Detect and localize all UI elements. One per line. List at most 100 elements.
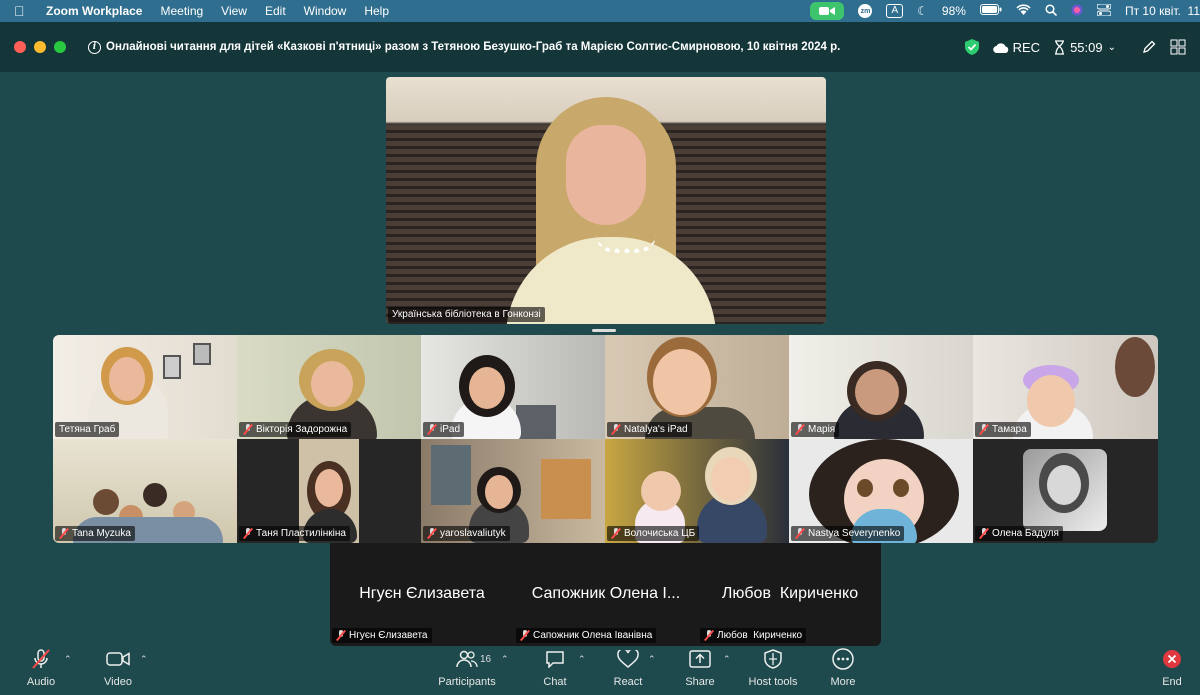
react-options-caret-icon[interactable]: ⌃	[648, 654, 656, 665]
more-label: More	[830, 676, 856, 688]
video-label: Video	[104, 676, 132, 688]
meeting-timer[interactable]: 55:09 ⌄	[1054, 40, 1116, 55]
participant-name: Любов Кириченко	[717, 630, 803, 641]
host-tools-label: Host tools	[748, 676, 798, 688]
participant-tile[interactable]: Nastya Severynenko	[789, 439, 973, 543]
participant-tile[interactable]: Tana Myzuka	[53, 439, 237, 543]
macos-menu-bar:  Zoom Workplace Meeting View Edit Windo…	[0, 0, 1200, 22]
spotlight-search-icon[interactable]	[1045, 3, 1058, 19]
more-button[interactable]: More	[826, 646, 860, 695]
participant-tile[interactable]: Нгуєн Єлизавета Нгуєн Єлизавета	[330, 543, 514, 646]
participant-tile[interactable]: Марія	[789, 335, 973, 439]
participant-tile[interactable]: Сапожник Олена І... Сапожник Олена Івані…	[514, 543, 698, 646]
participant-tile[interactable]: Волочиська ЦБ	[605, 439, 789, 543]
menu-help[interactable]: Help	[364, 4, 389, 18]
menu-edit[interactable]: Edit	[265, 4, 286, 18]
react-label: React	[613, 676, 643, 688]
speaker-name: Українська бібліотека в Гонконзі	[392, 309, 541, 320]
encryption-shield-icon[interactable]	[964, 39, 979, 55]
participants-icon	[456, 648, 478, 670]
menu-view[interactable]: View	[221, 4, 247, 18]
share-label: Share	[685, 676, 715, 688]
video-options-caret-icon[interactable]: ⌃	[140, 654, 148, 665]
cloud-recording-indicator[interactable]: REC	[992, 39, 1041, 55]
participant-tile[interactable]: yaroslavaliutyk	[421, 439, 605, 543]
info-icon[interactable]: i	[88, 40, 101, 54]
host-shield-icon	[764, 648, 782, 670]
host-tools-button[interactable]: Host tools	[746, 646, 800, 695]
video-button[interactable]: Video	[98, 646, 138, 695]
muted-mic-icon	[520, 630, 530, 641]
participant-name-tag: Олена Бадуля	[975, 526, 1063, 541]
participant-name-tag: Марія	[791, 422, 840, 437]
participants-label: Participants	[438, 676, 496, 688]
moon-icon[interactable]: ☾	[917, 4, 928, 18]
siri-icon[interactable]	[1071, 4, 1083, 19]
input-source-icon[interactable]: A	[886, 4, 904, 18]
participant-tile[interactable]: Таня Пластилінкіна	[237, 439, 421, 543]
muted-mic-icon	[336, 630, 346, 641]
muted-mic-icon	[427, 424, 437, 435]
participants-options-caret-icon[interactable]: ⌃	[501, 654, 509, 665]
annotate-pen-icon[interactable]	[1142, 40, 1156, 54]
battery-icon[interactable]	[979, 4, 1002, 18]
control-center-icon[interactable]	[1096, 3, 1112, 19]
participant-tile[interactable]: Natalya's iPad	[605, 335, 789, 439]
zoom-menu-icon[interactable]: zm	[858, 4, 873, 18]
meeting-topic[interactable]: i Онлайнові читання для дітей «Казкові п…	[88, 40, 840, 54]
gallery-view-icon[interactable]	[1170, 39, 1186, 55]
participant-tile[interactable]: Олена Бадуля	[973, 439, 1158, 543]
menu-window[interactable]: Window	[304, 4, 347, 18]
chat-options-caret-icon[interactable]: ⌃	[578, 654, 586, 665]
audio-button[interactable]: Audio	[22, 646, 60, 695]
participant-name-tag: Таня Пластилінкіна	[239, 526, 350, 541]
maximize-window-button[interactable]	[54, 41, 66, 53]
participant-name: Вікторія Задорожна	[256, 424, 348, 435]
muted-mic-icon	[59, 528, 69, 539]
participant-tile[interactable]: Любов Кириченко Любов Кириченко	[698, 543, 882, 646]
panel-resize-handle[interactable]	[592, 329, 616, 332]
participant-tile[interactable]: Вікторія Задорожна	[237, 335, 421, 439]
react-button[interactable]: React	[612, 646, 644, 695]
menu-meeting[interactable]: Meeting	[160, 4, 203, 18]
share-options-caret-icon[interactable]: ⌃	[723, 654, 731, 665]
share-button[interactable]: Share	[684, 646, 716, 695]
video-camera-icon	[106, 648, 130, 670]
chat-bubble-icon	[545, 648, 565, 670]
menubar-clock[interactable]: Пт 10 квіт. 11	[1125, 4, 1200, 18]
camera-in-use-icon[interactable]	[810, 2, 845, 20]
menu-app-name[interactable]: Zoom Workplace	[46, 4, 142, 18]
rec-label: REC	[1012, 39, 1041, 55]
participant-tile[interactable]: Тамара	[973, 335, 1158, 439]
participant-name-tag: Тамара	[975, 422, 1031, 437]
audio-options-caret-icon[interactable]: ⌃	[64, 654, 72, 665]
participant-name-tag: Natalya's iPad	[607, 422, 692, 437]
participant-name: iPad	[440, 424, 461, 435]
close-window-button[interactable]	[14, 41, 26, 53]
share-screen-icon	[689, 648, 711, 670]
participant-tile[interactable]: iPad	[421, 335, 605, 439]
participant-name: yaroslavaliutyk	[440, 528, 506, 539]
audio-label: Audio	[26, 676, 56, 688]
chevron-down-icon[interactable]: ⌄	[1108, 42, 1116, 53]
muted-mic-icon	[979, 528, 989, 539]
participant-name-tag: Tana Myzuka	[55, 526, 135, 541]
apple-menu-icon[interactable]: 	[14, 3, 36, 19]
meeting-title-bar: i Онлайнові читання для дітей «Казкові п…	[0, 22, 1200, 72]
participant-name: Сапожник Олена Іванівна	[533, 630, 653, 641]
participant-display-name: Нгуєн Єлизавета	[359, 585, 485, 602]
participant-name-tag: Сапожник Олена Іванівна	[516, 628, 657, 643]
end-meeting-button[interactable]: End	[1156, 646, 1188, 695]
minimize-window-button[interactable]	[34, 41, 46, 53]
participant-tile[interactable]: Тетяна Граб	[53, 335, 237, 439]
speaker-name-tag: Українська бібліотека в Гонконзі	[388, 307, 545, 322]
muted-mic-icon	[611, 528, 621, 539]
wifi-icon[interactable]	[1016, 4, 1031, 18]
participant-name: Natalya's iPad	[624, 424, 688, 435]
chat-button[interactable]: Chat	[540, 646, 570, 695]
participant-name-tag: Тетяна Граб	[55, 422, 120, 437]
participant-name: Нгуєн Єлизавета	[349, 630, 428, 641]
active-speaker-video[interactable]: Українська бібліотека в Гонконзі	[386, 77, 826, 324]
participant-name: Тетяна Граб	[59, 424, 116, 435]
muted-mic-icon	[979, 424, 989, 435]
